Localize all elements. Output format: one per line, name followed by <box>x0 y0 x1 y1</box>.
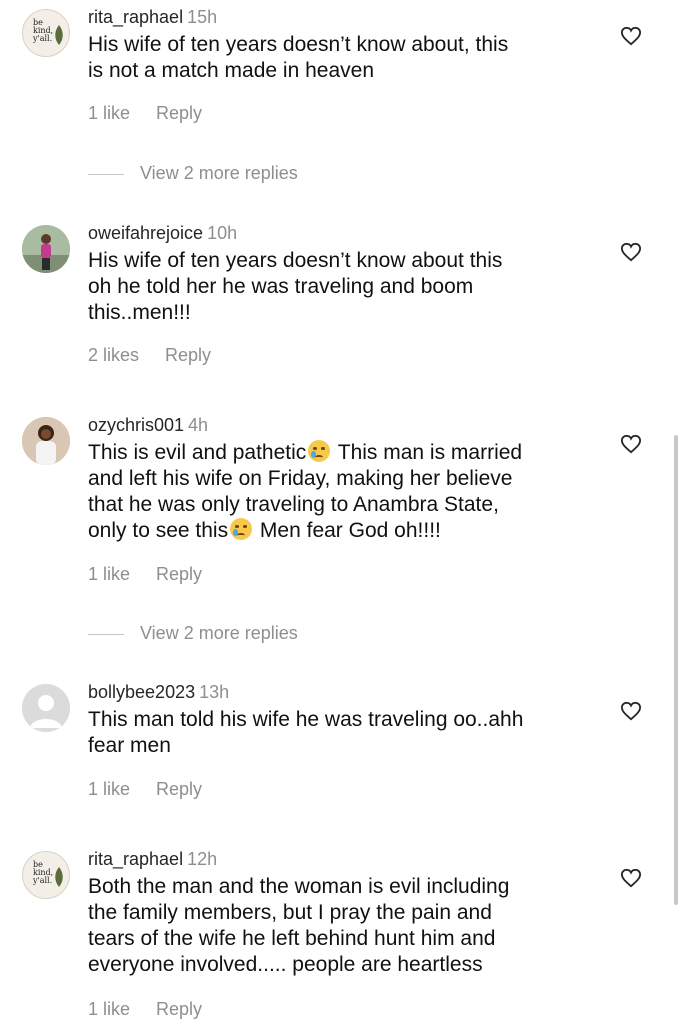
username[interactable]: rita_raphael <box>88 849 183 869</box>
username[interactable]: oweifahrejoice <box>88 223 203 243</box>
leaf-icon <box>55 25 63 45</box>
avatar[interactable] <box>22 225 70 273</box>
comment-text: This man told his wife he was traveling … <box>88 708 524 757</box>
timestamp: 4h <box>188 415 209 435</box>
comment-text: His wife of ten years doesn’t know about… <box>88 33 509 82</box>
scrollbar[interactable] <box>674 435 678 905</box>
timestamp: 10h <box>207 223 238 243</box>
comment-text-part: Men fear God oh!!!! <box>254 519 441 542</box>
reply-button[interactable]: Reply <box>165 344 211 366</box>
username[interactable]: ozychris001 <box>88 415 184 435</box>
heart-outline-icon[interactable] <box>620 242 642 262</box>
comment-meta: oweifahrejoice 10h <box>88 222 237 244</box>
likes-count[interactable]: 1 like <box>88 998 130 1020</box>
view-more-label: View 2 more replies <box>140 623 298 643</box>
comment-meta: bollybee2023 13h <box>88 681 229 703</box>
reply-button[interactable]: Reply <box>156 563 202 585</box>
crying-face-emoji-icon <box>308 440 331 462</box>
comment-text: His wife of ten years doesn’t know about… <box>88 249 503 324</box>
username[interactable]: rita_raphael <box>88 7 183 27</box>
leaf-icon <box>55 867 63 887</box>
view-more-replies[interactable]: View 2 more replies <box>88 162 298 184</box>
view-more-replies[interactable]: View 2 more replies <box>88 622 298 644</box>
reply-button[interactable]: Reply <box>156 102 202 124</box>
view-more-label: View 2 more replies <box>140 163 298 183</box>
default-avatar-icon <box>22 684 70 732</box>
likes-count[interactable]: 1 like <box>88 778 130 800</box>
timestamp: 15h <box>187 7 218 27</box>
avatar-logo-text: be kind, y'all. <box>33 18 54 43</box>
avatar[interactable] <box>22 684 70 732</box>
comment-meta: ozychris001 4h <box>88 414 208 436</box>
heart-outline-icon[interactable] <box>620 868 642 888</box>
divider-line <box>88 173 124 175</box>
comment-actions: 1 like Reply <box>88 563 202 585</box>
crying-face-emoji-icon <box>230 518 253 540</box>
comment-actions: 1 like Reply <box>88 102 202 124</box>
comment-text: This is evil and pathetic This man is ma… <box>88 440 608 544</box>
comment-meta: rita_raphael 12h <box>88 848 217 870</box>
person-photo-icon <box>22 225 70 273</box>
reply-button[interactable]: Reply <box>156 998 202 1020</box>
timestamp: 12h <box>187 849 218 869</box>
comment-actions: 1 like Reply <box>88 998 202 1020</box>
username[interactable]: bollybee2023 <box>88 682 195 702</box>
comment-text-part: This is evil and pathetic <box>88 441 307 464</box>
comment-text: Both the man and the woman is evil inclu… <box>88 875 510 976</box>
comment-meta: rita_raphael 15h <box>88 6 217 28</box>
comment-actions: 2 likes Reply <box>88 344 211 366</box>
likes-count[interactable]: 1 like <box>88 563 130 585</box>
comment-actions: 1 like Reply <box>88 778 202 800</box>
heart-outline-icon[interactable] <box>620 701 642 721</box>
person-photo-icon <box>22 417 70 465</box>
likes-count[interactable]: 1 like <box>88 102 130 124</box>
avatar[interactable] <box>22 417 70 465</box>
reply-button[interactable]: Reply <box>156 778 202 800</box>
divider-line <box>88 633 124 635</box>
heart-outline-icon[interactable] <box>620 26 642 46</box>
likes-count[interactable]: 2 likes <box>88 344 139 366</box>
heart-outline-icon[interactable] <box>620 434 642 454</box>
avatar[interactable]: be kind, y'all. <box>22 9 70 57</box>
avatar-logo-text: be kind, y'all. <box>33 860 54 885</box>
avatar[interactable]: be kind, y'all. <box>22 851 70 899</box>
timestamp: 13h <box>199 682 230 702</box>
